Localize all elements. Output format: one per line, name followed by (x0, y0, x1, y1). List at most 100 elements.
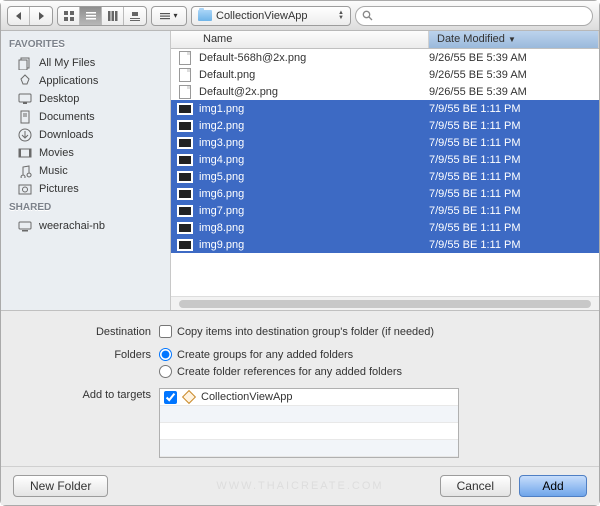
file-row[interactable]: img9.png7/9/55 BE 1:11 PM (171, 236, 599, 253)
image-file-icon (178, 121, 192, 131)
action-menu[interactable]: ▾ (151, 6, 187, 26)
sidebar-item[interactable]: Pictures (1, 180, 170, 198)
destination-label: Destination (31, 325, 151, 338)
file-name: img3.png (199, 137, 429, 149)
column-headers: Name Date Modified ▼ (171, 31, 599, 49)
pictures-icon (17, 182, 33, 196)
sidebar-item[interactable]: All My Files (1, 54, 170, 72)
image-file-icon (178, 104, 192, 114)
file-name: img5.png (199, 171, 429, 183)
sidebar-item-label: Pictures (39, 183, 79, 195)
file-row[interactable]: img1.png7/9/55 BE 1:11 PM (171, 100, 599, 117)
create-groups-radio[interactable]: Create groups for any added folders (159, 348, 569, 361)
file-rows[interactable]: Default-568h@2x.png9/26/55 BE 5:39 AMDef… (171, 49, 599, 296)
sidebar-item[interactable]: Downloads (1, 126, 170, 144)
file-name: img6.png (199, 188, 429, 200)
app-icon (182, 390, 196, 404)
movies-icon (17, 146, 33, 160)
file-name: Default@2x.png (199, 86, 429, 98)
file-row[interactable]: img8.png7/9/55 BE 1:11 PM (171, 219, 599, 236)
file-list-pane: Name Date Modified ▼ Default-568h@2x.png… (171, 31, 599, 310)
file-row[interactable]: Default-568h@2x.png9/26/55 BE 5:39 AM (171, 49, 599, 66)
search-icon (362, 10, 373, 21)
sidebar-item-label: Documents (39, 111, 95, 123)
file-date: 7/9/55 BE 1:11 PM (429, 205, 599, 217)
file-row[interactable]: Default.png9/26/55 BE 5:39 AM (171, 66, 599, 83)
add-button[interactable]: Add (519, 475, 587, 497)
music-icon (17, 164, 33, 178)
file-name: img1.png (199, 103, 429, 115)
image-file-icon (178, 172, 192, 182)
image-file-icon (178, 206, 192, 216)
file-date: 9/26/55 BE 5:39 AM (429, 52, 599, 64)
cancel-button[interactable]: Cancel (440, 475, 511, 497)
sidebar-item-label: All My Files (39, 57, 95, 69)
folders-label: Folders (31, 348, 151, 378)
file-row[interactable]: img2.png7/9/55 BE 1:11 PM (171, 117, 599, 134)
file-row[interactable]: img3.png7/9/55 BE 1:11 PM (171, 134, 599, 151)
targets-list[interactable]: CollectionViewApp (159, 388, 459, 458)
file-date: 7/9/55 BE 1:11 PM (429, 120, 599, 132)
footer: New Folder Cancel Add (1, 466, 599, 505)
icon-view-button[interactable] (58, 7, 80, 25)
create-refs-radio[interactable]: Create folder references for any added f… (159, 365, 569, 378)
applications-icon (17, 74, 33, 88)
file-name: img2.png (199, 120, 429, 132)
file-date: 7/9/55 BE 1:11 PM (429, 137, 599, 149)
image-file-icon (178, 155, 192, 165)
file-date: 7/9/55 BE 1:11 PM (429, 171, 599, 183)
view-buttons (57, 6, 147, 26)
sidebar-item[interactable]: Applications (1, 72, 170, 90)
file-row[interactable]: img5.png7/9/55 BE 1:11 PM (171, 168, 599, 185)
sidebar-item[interactable]: Documents (1, 108, 170, 126)
list-view-button[interactable] (80, 7, 102, 25)
sidebar-item[interactable]: Music (1, 162, 170, 180)
computer-icon (17, 219, 33, 233)
file-name: img9.png (199, 239, 429, 251)
file-name: img4.png (199, 154, 429, 166)
file-name: Default.png (199, 69, 429, 81)
nav-buttons (7, 6, 53, 26)
target-row[interactable]: CollectionViewApp (160, 389, 458, 406)
image-file-icon (178, 223, 192, 233)
options-panel: Destination Copy items into destination … (1, 310, 599, 466)
new-folder-button[interactable]: New Folder (13, 475, 108, 497)
sidebar-item-label: Downloads (39, 129, 93, 141)
coverflow-view-button[interactable] (124, 7, 146, 25)
file-date: 7/9/55 BE 1:11 PM (429, 154, 599, 166)
targets-label: Add to targets (31, 388, 151, 458)
sidebar-item[interactable]: weerachai-nb (1, 217, 170, 235)
file-date: 9/26/55 BE 5:39 AM (429, 86, 599, 98)
back-button[interactable] (8, 7, 30, 25)
file-name: img7.png (199, 205, 429, 217)
sidebar-item-label: Music (39, 165, 68, 177)
copy-items-checkbox[interactable]: Copy items into destination group's fold… (159, 325, 569, 338)
file-date: 7/9/55 BE 1:11 PM (429, 239, 599, 251)
target-checkbox[interactable] (164, 391, 177, 404)
file-date: 7/9/55 BE 1:11 PM (429, 188, 599, 200)
file-row[interactable]: img7.png7/9/55 BE 1:11 PM (171, 202, 599, 219)
downloads-icon (17, 128, 33, 142)
image-file-icon (178, 138, 192, 148)
file-row[interactable]: img6.png7/9/55 BE 1:11 PM (171, 185, 599, 202)
sidebar-item[interactable]: Movies (1, 144, 170, 162)
sidebar-item[interactable]: Desktop (1, 90, 170, 108)
column-name[interactable]: Name (171, 31, 429, 48)
folder-icon (198, 10, 212, 21)
image-file-icon (178, 240, 192, 250)
sidebar-item-label: weerachai-nb (39, 220, 105, 232)
forward-button[interactable] (30, 7, 52, 25)
toolbar: ▾ CollectionViewApp ▲▼ (1, 1, 599, 31)
target-name: CollectionViewApp (201, 391, 293, 403)
path-label: CollectionViewApp (216, 10, 308, 22)
file-row[interactable]: img4.png7/9/55 BE 1:11 PM (171, 151, 599, 168)
column-date[interactable]: Date Modified ▼ (429, 31, 599, 48)
search-field[interactable] (355, 6, 593, 26)
path-popup[interactable]: CollectionViewApp ▲▼ (191, 6, 351, 26)
horizontal-scrollbar[interactable] (171, 296, 599, 310)
file-icon (179, 85, 191, 99)
all-files-icon (17, 56, 33, 70)
column-view-button[interactable] (102, 7, 124, 25)
file-row[interactable]: Default@2x.png9/26/55 BE 5:39 AM (171, 83, 599, 100)
documents-icon (17, 110, 33, 124)
